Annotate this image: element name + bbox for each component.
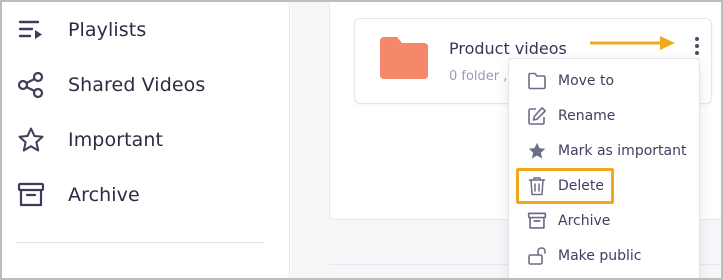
star-filled-icon bbox=[527, 141, 547, 161]
menu-item-label: Make public bbox=[558, 248, 642, 264]
sidebar-item-archive[interactable]: Archive bbox=[16, 178, 276, 212]
folder-outline-icon bbox=[527, 71, 547, 91]
menu-item-rename[interactable]: Rename bbox=[509, 101, 699, 131]
share-icon bbox=[16, 70, 46, 100]
menu-item-mark-important[interactable]: Mark as important bbox=[509, 136, 699, 166]
menu-item-label: Rename bbox=[558, 108, 616, 124]
sidebar-item-playlists[interactable]: Playlists bbox=[16, 13, 276, 47]
sidebar-item-shared-videos[interactable]: Shared Videos bbox=[16, 68, 276, 102]
sidebar-item-label: Shared Videos bbox=[68, 74, 206, 96]
menu-item-move-to[interactable]: Move to bbox=[509, 66, 699, 96]
folder-subtitle: 0 folder , bbox=[449, 69, 508, 84]
sidebar-item-label: Archive bbox=[68, 184, 140, 206]
menu-item-label: Move to bbox=[558, 73, 615, 89]
menu-item-label: Archive bbox=[558, 213, 611, 229]
playlist-icon bbox=[16, 15, 46, 45]
screenshot-frame: Playlists Shared Videos Important Archiv… bbox=[0, 0, 723, 280]
star-icon bbox=[16, 125, 46, 155]
archive-icon bbox=[16, 180, 46, 210]
edit-icon bbox=[527, 106, 547, 126]
delete-highlight bbox=[516, 168, 614, 204]
sidebar-item-important[interactable]: Important bbox=[16, 123, 276, 157]
sidebar-item-label: Playlists bbox=[68, 19, 147, 41]
archive-icon bbox=[527, 211, 547, 231]
menu-item-label: Mark as important bbox=[558, 143, 687, 159]
folder-icon bbox=[377, 35, 431, 81]
sidebar-divider bbox=[16, 242, 264, 243]
unlock-icon bbox=[527, 246, 547, 266]
menu-item-make-public[interactable]: Make public bbox=[509, 241, 699, 271]
folder-title[interactable]: Product videos bbox=[449, 39, 567, 58]
annotation-arrow-icon bbox=[590, 36, 675, 50]
menu-item-archive[interactable]: Archive bbox=[509, 206, 699, 236]
sidebar-item-label: Important bbox=[68, 129, 164, 151]
sidebar: Playlists Shared Videos Important Archiv… bbox=[2, 2, 290, 278]
